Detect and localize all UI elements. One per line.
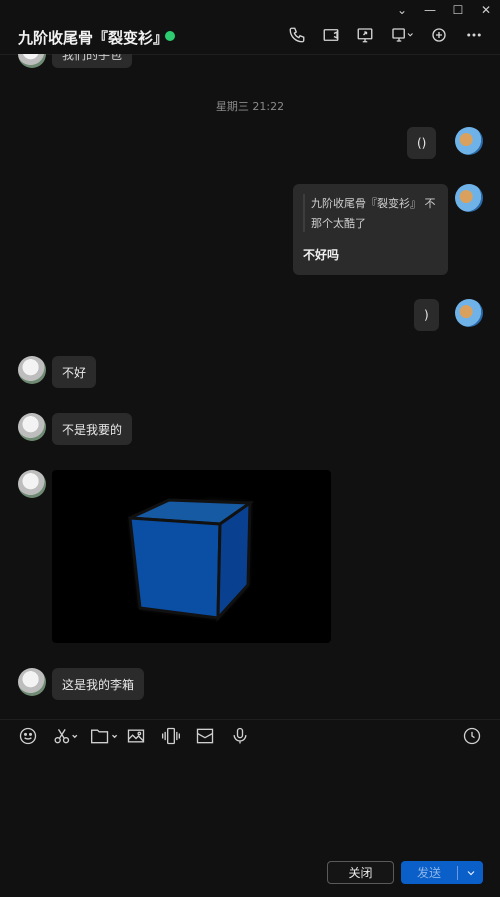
message-input[interactable] [0, 754, 500, 854]
phone-icon[interactable] [288, 26, 306, 44]
reply-text: 不好吗 [303, 248, 340, 262]
avatar[interactable] [18, 54, 46, 68]
message-bubble[interactable]: 不是我要的 [52, 413, 133, 445]
microphone-icon[interactable] [230, 726, 250, 746]
envelope-icon[interactable] [195, 726, 215, 746]
cube-image [128, 498, 255, 622]
scissors-icon[interactable] [52, 726, 80, 746]
timestamp: 星期三 21:22 [215, 100, 285, 113]
message-bubble[interactable]: 不好 [52, 356, 97, 388]
input-toolbar [0, 719, 500, 754]
avatar[interactable] [18, 413, 46, 441]
header-actions [288, 26, 484, 44]
screen-share-icon[interactable] [356, 26, 374, 44]
folder-icon[interactable] [89, 726, 121, 746]
remote-desktop-icon[interactable] [390, 26, 414, 44]
shake-icon[interactable] [160, 726, 182, 746]
chevron-down-icon[interactable]: ⌄ [388, 0, 416, 20]
send-button[interactable]: 发送 [401, 861, 483, 884]
close-button[interactable]: 关闭 [327, 861, 394, 884]
message-list[interactable]: 我们的手包 星期三 21:22 () 九阶收尾骨『裂变衫』 不那个太酷了 不好吗… [0, 54, 500, 719]
avatar[interactable] [455, 127, 483, 155]
more-icon[interactable] [464, 26, 484, 44]
avatar[interactable] [18, 668, 46, 696]
minimize-icon[interactable]: — [416, 0, 444, 20]
image-message[interactable] [52, 470, 331, 643]
screenshot-icon[interactable] [126, 726, 146, 746]
message-bubble[interactable]: 这是我的李箱 [52, 668, 145, 700]
quote-bar [303, 194, 305, 232]
avatar[interactable] [18, 356, 46, 384]
chevron-down-icon[interactable] [458, 867, 483, 879]
maximize-icon[interactable]: ☐ [444, 0, 472, 20]
message-bubble[interactable]: () [407, 127, 437, 159]
message-bubble[interactable]: 我们的手包 [52, 54, 133, 68]
send-button-label: 发送 [416, 866, 441, 880]
avatar[interactable] [18, 470, 46, 498]
online-status-dot [165, 31, 175, 41]
add-member-icon[interactable] [430, 26, 448, 44]
history-clock-icon[interactable] [462, 726, 482, 746]
quote-reply-bubble[interactable]: 九阶收尾骨『裂变衫』 不那个太酷了 不好吗 [293, 184, 448, 275]
avatar[interactable] [455, 184, 483, 212]
window-controls: ⌄ — ☐ ✕ [388, 0, 500, 20]
chat-header: 九阶收尾骨『裂变衫』 [0, 20, 500, 55]
quoted-text: 九阶收尾骨『裂变衫』 不那个太酷了 [311, 197, 436, 230]
emoji-icon[interactable] [18, 726, 38, 746]
chat-title: 九阶收尾骨『裂变衫』 [18, 29, 169, 47]
close-icon[interactable]: ✕ [472, 0, 500, 20]
avatar[interactable] [455, 299, 483, 327]
message-bubble[interactable]: ) [414, 299, 439, 331]
video-icon[interactable] [322, 26, 340, 44]
